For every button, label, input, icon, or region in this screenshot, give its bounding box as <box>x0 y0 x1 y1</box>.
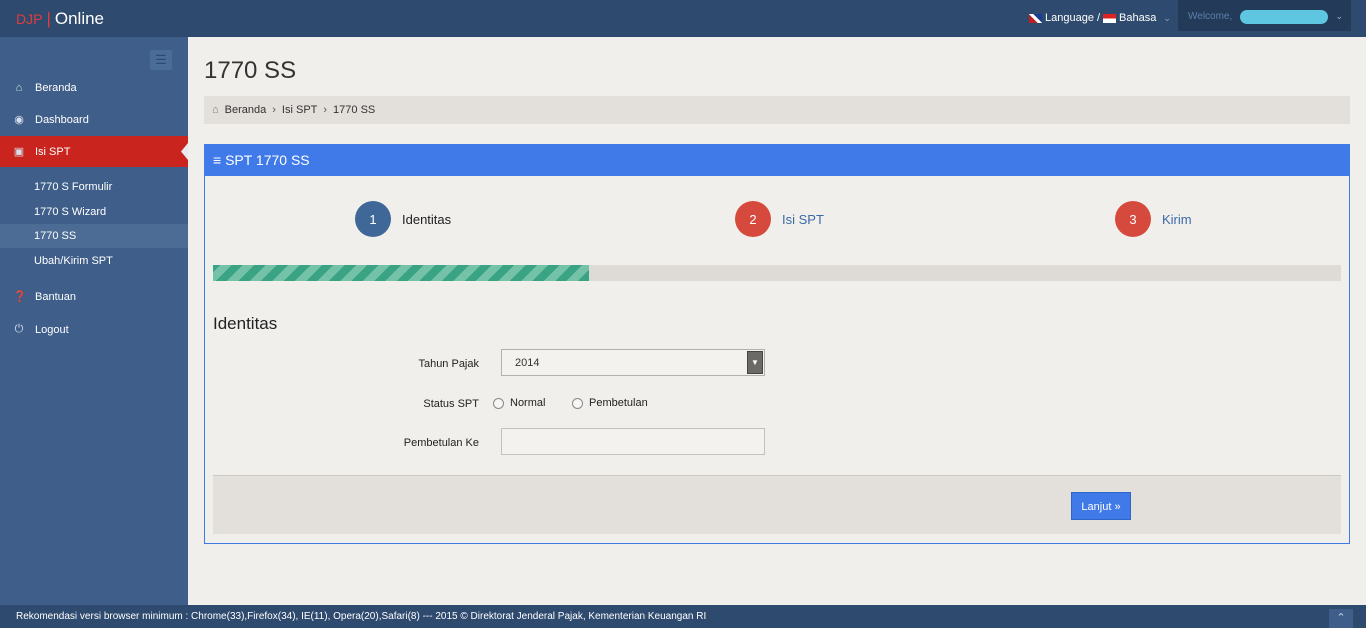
sidebar-item-logout[interactable]: ⏻ Logout <box>0 314 188 345</box>
sidebar-item-label: Isi SPT <box>35 145 71 158</box>
bahasa-label: Bahasa <box>1119 12 1157 24</box>
radio-circle-icon[interactable] <box>572 397 583 409</box>
tahun-pajak-value: 2014 <box>515 357 540 369</box>
brand-separator: | <box>46 9 51 28</box>
sidebar: ☰ ⌂ Beranda ◉ Dashboard ▣ Isi SPT 1770 S… <box>0 37 188 605</box>
tahun-pajak-label: Tahun Pajak <box>418 358 479 370</box>
chevron-down-icon: ⌄ <box>1335 11 1343 21</box>
lanjut-button[interactable]: Lanjut » <box>1071 492 1131 520</box>
home-icon: ⌂ <box>212 104 219 116</box>
footer: Rekomendasi versi browser minimum : Chro… <box>0 605 1366 628</box>
status-spt-label: Status SPT <box>423 398 479 410</box>
dropdown-arrow-icon[interactable]: ▼ <box>747 351 763 374</box>
section-title: Identitas <box>213 314 278 333</box>
sidebar-subitem-1770s-wizard[interactable]: 1770 S Wizard <box>0 200 188 224</box>
sidebar-subitem-1770s-formulir[interactable]: 1770 S Formulir <box>0 175 188 199</box>
language-selector[interactable]: Language / Bahasa ⌄ <box>1029 12 1171 24</box>
breadcrumb-item-1770ss: 1770 SS <box>333 104 376 116</box>
status-normal-radio[interactable]: Normal <box>493 397 545 409</box>
top-bar: DJP | Online Language / Bahasa ⌄ Welcome, … <box>0 0 1366 37</box>
indonesia-flag-icon <box>1103 13 1117 23</box>
uk-flag-icon <box>1029 13 1042 23</box>
power-icon: ⏻ <box>14 323 24 335</box>
radio-circle-icon[interactable] <box>493 397 504 409</box>
language-separator: / <box>1096 12 1101 24</box>
sidebar-item-label: Bantuan <box>35 290 76 303</box>
user-menu[interactable]: Welcome, ⌄ <box>1178 0 1351 31</box>
spt-panel: ≡ SPT 1770 SS 1 Identitas 2 Isi SPT 3 Ki… <box>204 144 1350 544</box>
radio-label: Normal <box>510 397 546 409</box>
sidebar-toggle-icon[interactable]: ☰ <box>150 50 172 70</box>
tahun-pajak-select[interactable]: 2014 ▼ <box>501 349 765 376</box>
sidebar-item-bantuan[interactable]: ❓ Bantuan <box>0 281 188 312</box>
scroll-top-icon[interactable]: ⌃ <box>1329 609 1353 628</box>
breadcrumb-item-isi-spt[interactable]: Isi SPT <box>282 104 317 116</box>
step-label: Kirim <box>1162 211 1192 227</box>
sidebar-subitem-1770ss[interactable]: 1770 SS <box>0 224 188 248</box>
help-icon: ❓ <box>13 291 27 303</box>
breadcrumb-separator: › <box>272 104 276 116</box>
step-number: 2 <box>735 201 771 237</box>
step-label: Identitas <box>402 211 452 227</box>
home-icon: ⌂ <box>15 81 23 94</box>
wizard-step-isi-spt[interactable]: 2 Isi SPT <box>735 201 824 237</box>
panel-title: SPT 1770 SS <box>225 152 310 168</box>
language-label: Language <box>1045 12 1094 24</box>
wizard-step-identitas[interactable]: 1 Identitas <box>355 201 451 237</box>
brand-logo[interactable]: DJP | Online <box>16 9 104 29</box>
page-title: 1770 SS <box>204 57 297 84</box>
footer-text: Rekomendasi versi browser minimum : Chro… <box>16 611 707 622</box>
sidebar-subitem-ubah-kirim-spt[interactable]: Ubah/Kirim SPT <box>0 249 188 273</box>
sidebar-item-label: Logout <box>35 323 69 336</box>
user-name-redacted <box>1240 10 1328 24</box>
progress-fill <box>213 265 589 281</box>
radio-label: Pembetulan <box>589 397 648 409</box>
breadcrumb-separator: › <box>323 104 328 116</box>
sidebar-item-beranda[interactable]: ⌂ Beranda <box>0 72 188 103</box>
form-actions: Lanjut » <box>213 475 1341 534</box>
breadcrumb-item-beranda[interactable]: Beranda <box>225 104 267 116</box>
welcome-label: Welcome, <box>1188 11 1233 22</box>
step-number: 1 <box>355 201 391 237</box>
active-indicator <box>181 143 188 160</box>
document-icon: ▣ <box>13 146 25 158</box>
wizard-step-kirim[interactable]: 3 Kirim <box>1115 201 1192 237</box>
wizard-progress-bar <box>213 265 1341 281</box>
pembetulan-ke-label: Pembetulan Ke <box>403 437 479 449</box>
brand-online: Online <box>54 9 105 28</box>
sidebar-item-label: Beranda <box>35 81 77 94</box>
breadcrumb: ⌂ Beranda › Isi SPT › 1770 SS <box>204 96 1350 124</box>
step-label: Isi SPT <box>782 211 824 227</box>
step-number: 3 <box>1115 201 1151 237</box>
sidebar-item-label: Dashboard <box>35 113 89 126</box>
pembetulan-ke-input[interactable] <box>501 428 765 455</box>
sidebar-item-isi-spt[interactable]: ▣ Isi SPT <box>0 136 188 167</box>
dashboard-icon: ◉ <box>14 114 24 126</box>
status-pembetulan-radio[interactable]: Pembetulan <box>572 397 648 409</box>
brand-djp: DJP <box>16 11 43 27</box>
menu-icon: ≡ <box>213 152 226 168</box>
sidebar-item-dashboard[interactable]: ◉ Dashboard <box>0 104 188 135</box>
panel-header: ≡ SPT 1770 SS <box>205 145 1349 176</box>
chevron-down-icon: ⌄ <box>1163 12 1171 23</box>
